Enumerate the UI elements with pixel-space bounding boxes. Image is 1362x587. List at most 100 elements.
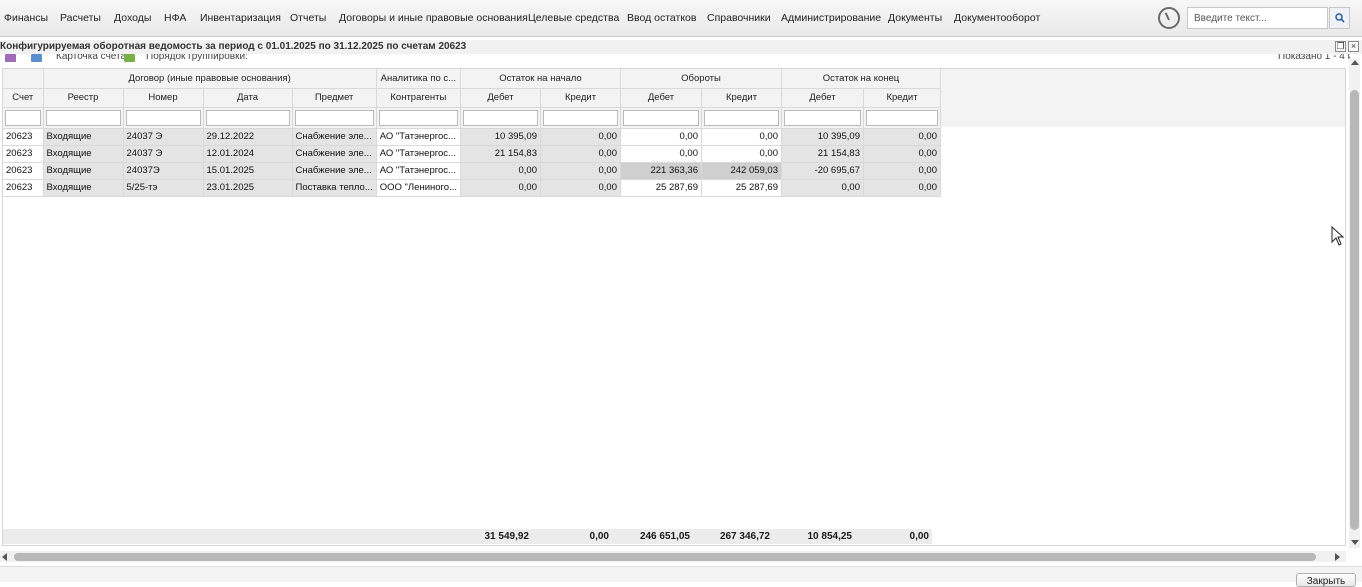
- cell-register: Входящие: [43, 179, 124, 197]
- search-input[interactable]: [1187, 7, 1328, 29]
- menu-item-document-flow[interactable]: Документооборот: [954, 12, 1040, 24]
- close-window-icon[interactable]: ×: [1348, 41, 1359, 52]
- column-header-number[interactable]: Номер: [123, 88, 204, 108]
- filter-input-number[interactable]: [125, 109, 201, 126]
- menu-item-nfa[interactable]: НФА: [164, 12, 186, 24]
- toolbar: Карточка счета Порядок группировки: Пока…: [0, 54, 1350, 64]
- clock-icon[interactable]: [1158, 7, 1180, 29]
- cell-opening-debit: 21 154,83: [460, 145, 541, 163]
- filter-input-turnover-debit[interactable]: [623, 109, 699, 126]
- total-closing-debit: 10 854,25: [773, 529, 855, 544]
- group-header-turnover: Обороты: [620, 69, 782, 89]
- filter-input-closing-debit[interactable]: [784, 109, 861, 126]
- cell-turnover-credit: 25 287,69: [701, 179, 782, 197]
- menu-item-administration[interactable]: Администрирование: [781, 12, 881, 24]
- cell-closing-debit: 10 395,09: [781, 128, 864, 146]
- export-icon[interactable]: [5, 54, 16, 62]
- total-opening-debit: 31 549,92: [452, 529, 532, 544]
- mouse-cursor-icon: [1331, 226, 1344, 246]
- turnover-grid: Договор (иные правовые основания) Аналит…: [2, 68, 1346, 546]
- grid-table: Договор (иные правовые основания) Аналит…: [3, 69, 941, 197]
- scroll-up-icon[interactable]: [1351, 60, 1359, 65]
- column-header-account[interactable]: Счет: [3, 88, 44, 108]
- totals-row: 31 549,92 0,00 246 651,05 267 346,72 10 …: [3, 529, 932, 544]
- filter-input-closing-credit[interactable]: [866, 109, 938, 126]
- filter-input-date[interactable]: [205, 109, 290, 126]
- filter-input-turnover-credit[interactable]: [704, 109, 779, 126]
- column-header-closing-credit[interactable]: Кредит: [863, 88, 941, 108]
- cell-closing-credit: 0,00: [863, 162, 941, 180]
- totals-spacer: [3, 529, 452, 544]
- close-button[interactable]: Закрыть: [1296, 573, 1356, 587]
- menu-item-documents[interactable]: Документы: [888, 12, 942, 24]
- table-row[interactable]: 20623 Входящие 24037Э 15.01.2025 Снабжен…: [3, 162, 941, 180]
- menu-item-contracts[interactable]: Договоры и иные правовые основания: [339, 12, 528, 24]
- filter-input-counterparties[interactable]: [378, 109, 458, 126]
- filter-input-subject[interactable]: [294, 109, 374, 126]
- cell-subject: Снабжение эле...: [292, 162, 377, 180]
- cell-number: 5/25-тэ: [123, 179, 204, 197]
- column-header-date[interactable]: Дата: [203, 88, 293, 108]
- cell-turnover-credit: 0,00: [701, 145, 782, 163]
- menu-item-income[interactable]: Доходы: [114, 12, 151, 24]
- menu-item-inventory[interactable]: Инвентаризация: [200, 12, 281, 24]
- search-icon: [1334, 13, 1345, 23]
- column-header-counterparties[interactable]: Контрагенты: [376, 88, 462, 108]
- menu-item-references[interactable]: Справочники: [707, 12, 771, 24]
- print-icon[interactable]: [31, 54, 42, 62]
- group-header-analytics: Аналитика по с...: [376, 69, 462, 89]
- cell-counterparty: ООО "Лениного...: [376, 179, 462, 197]
- cell-opening-debit: 10 395,09: [460, 128, 541, 146]
- column-header-opening-debit[interactable]: Дебет: [460, 88, 541, 108]
- horizontal-scroll-thumb[interactable]: [14, 553, 1316, 561]
- menu-item-reports[interactable]: Отчеты: [290, 12, 326, 24]
- cell-date: 12.01.2024: [203, 145, 293, 163]
- scroll-down-icon[interactable]: [1351, 540, 1359, 545]
- menu-item-balance-entry[interactable]: Ввод остатков: [627, 12, 696, 24]
- cell-closing-debit: -20 695,67: [781, 162, 864, 180]
- cell-date: 23.01.2025: [203, 179, 293, 197]
- filter-input-account[interactable]: [5, 109, 41, 126]
- window-footer: [0, 566, 1362, 582]
- scroll-left-icon[interactable]: [2, 553, 7, 561]
- main-menu-bar: Финансы Расчеты Доходы НФА Инвентаризаци…: [0, 0, 1362, 37]
- vertical-scroll-thumb[interactable]: [1350, 90, 1359, 530]
- filter-input-opening-debit[interactable]: [463, 109, 538, 126]
- table-row[interactable]: 20623 Входящие 24037 Э 29.12.2022 Снабже…: [3, 128, 941, 146]
- refresh-icon[interactable]: [124, 54, 135, 62]
- group-header-opening: Остаток на начало: [460, 69, 621, 89]
- column-header-subject[interactable]: Предмет: [292, 88, 377, 108]
- cell-opening-credit: 0,00: [540, 128, 621, 146]
- filter-input-opening-credit[interactable]: [543, 109, 618, 126]
- column-header-turnover-credit[interactable]: Кредит: [701, 88, 782, 108]
- menu-item-settlements[interactable]: Расчеты: [60, 12, 101, 24]
- total-closing-credit: 0,00: [855, 529, 932, 544]
- account-card-button[interactable]: Карточка счета: [56, 54, 126, 62]
- cell-account: 20623: [3, 128, 44, 146]
- cell-date: 29.12.2022: [203, 128, 293, 146]
- menu-item-target-funds[interactable]: Целевые средства: [528, 12, 619, 24]
- cell-closing-credit: 0,00: [863, 179, 941, 197]
- scroll-right-icon[interactable]: [1335, 553, 1340, 561]
- filter-input-register[interactable]: [45, 109, 121, 126]
- window-title: Конфигурируемая оборотная ведомость за п…: [0, 41, 467, 52]
- column-header-register[interactable]: Реестр: [43, 88, 124, 108]
- cell-counterparty: АО "Татэнергос...: [376, 162, 462, 180]
- cell-number: 24037Э: [123, 162, 204, 180]
- cell-counterparty: АО "Татэнергос...: [376, 128, 462, 146]
- table-row[interactable]: 20623 Входящие 5/25-тэ 23.01.2025 Постав…: [3, 179, 941, 197]
- table-row[interactable]: 20623 Входящие 24037 Э 12.01.2024 Снабже…: [3, 145, 941, 163]
- column-header-opening-credit[interactable]: Кредит: [540, 88, 621, 108]
- total-turnover-credit: 267 346,72: [693, 529, 773, 544]
- grouping-order-label: Порядок группировки:: [146, 54, 248, 62]
- column-header-closing-debit[interactable]: Дебет: [781, 88, 864, 108]
- cell-closing-credit: 0,00: [863, 128, 941, 146]
- search-button[interactable]: [1329, 7, 1350, 29]
- cell-turnover-debit: 25 287,69: [620, 179, 702, 197]
- header-background: [934, 69, 1345, 127]
- restore-window-icon[interactable]: ❐: [1335, 41, 1346, 52]
- menu-item-finance[interactable]: Финансы: [4, 12, 48, 24]
- column-header-turnover-debit[interactable]: Дебет: [620, 88, 702, 108]
- cell-counterparty: АО "Татэнергос...: [376, 145, 462, 163]
- cell-closing-debit: 0,00: [781, 179, 864, 197]
